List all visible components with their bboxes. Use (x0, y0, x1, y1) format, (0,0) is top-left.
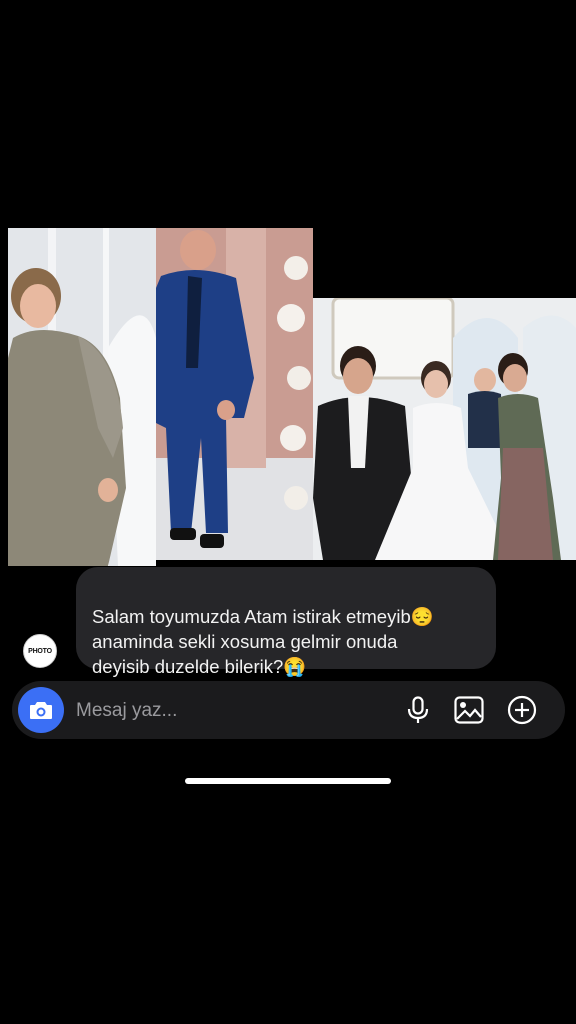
photo-woman-illustration (8, 228, 156, 566)
add-button[interactable] (506, 694, 538, 726)
photo-wedding-illustration (313, 298, 576, 560)
camera-button[interactable] (18, 687, 64, 733)
photo-woman-grey-dress[interactable] (8, 228, 156, 566)
microphone-icon (407, 696, 429, 723)
microphone-button[interactable] (402, 694, 434, 726)
sender-avatar[interactable]: PHOTO (23, 634, 57, 668)
incoming-message-bubble[interactable]: Salam toyumuzda Atam istirak etmeyib😔 an… (76, 567, 496, 677)
message-text: Salam toyumuzda Atam istirak etmeyib😔 an… (92, 606, 434, 677)
photo-man-illustration (156, 228, 313, 560)
gallery-button[interactable] (453, 694, 485, 726)
gallery-icon (454, 696, 484, 724)
camera-icon (30, 702, 52, 719)
photo-man-blue-suit[interactable] (156, 228, 313, 560)
photo-wedding-group[interactable] (313, 298, 576, 560)
avatar-logo-text: PHOTO (28, 647, 52, 655)
message-composer (12, 681, 565, 739)
plus-circle-icon (507, 695, 537, 725)
message-input[interactable] (74, 695, 378, 727)
home-indicator[interactable] (185, 778, 391, 784)
